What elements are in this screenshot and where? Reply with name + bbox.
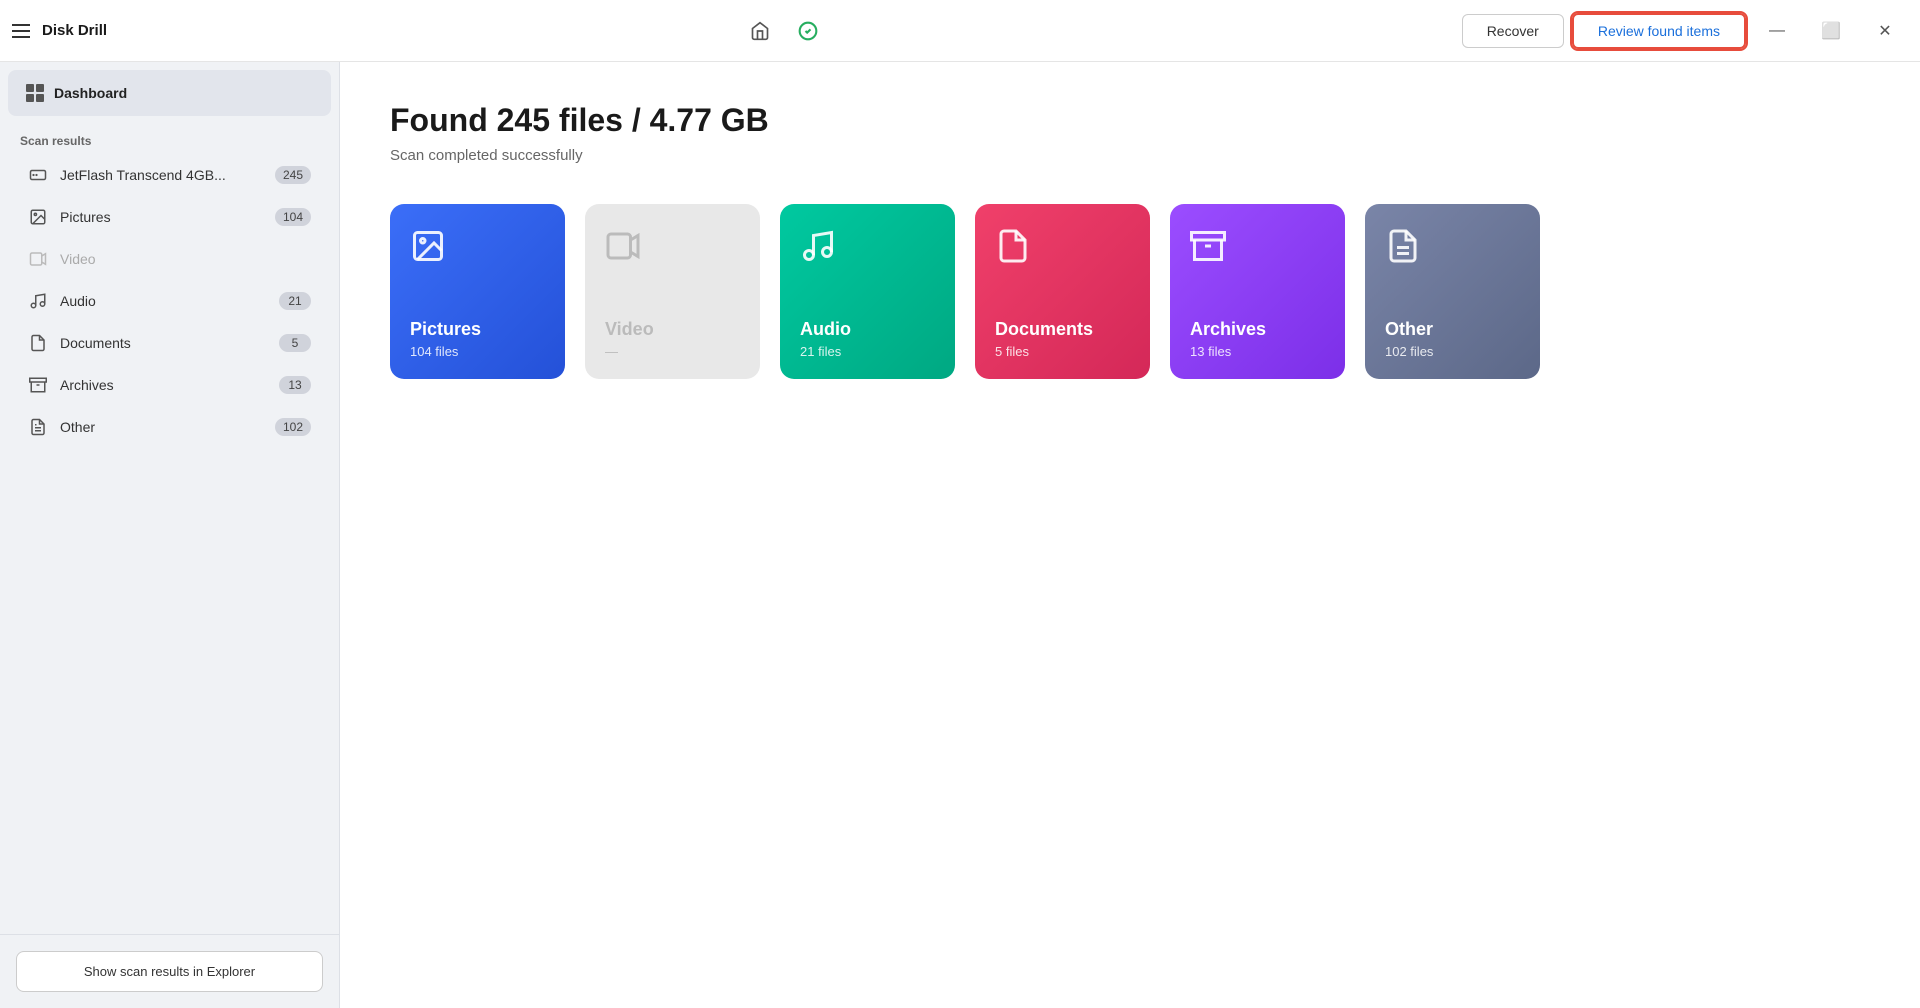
archives-icon (28, 375, 48, 395)
dashboard-grid-icon (26, 84, 44, 102)
video-card-icon (605, 228, 740, 272)
found-files-title: Found 245 files / 4.77 GB (390, 102, 1870, 139)
audio-card-icon (800, 228, 935, 272)
show-scan-results-explorer-button[interactable]: Show scan results in Explorer (16, 951, 323, 992)
sidebar-item-audio[interactable]: Audio 21 (8, 281, 331, 321)
home-icon[interactable] (742, 13, 778, 49)
title-bar-left: Disk Drill (12, 22, 107, 39)
title-bar: Disk Drill Recover Review found items — … (0, 0, 1920, 62)
sidebar-item-jetflash[interactable]: JetFlash Transcend 4GB... 245 (8, 155, 331, 195)
recover-button[interactable]: Recover (1462, 14, 1564, 48)
dashboard-label: Dashboard (54, 85, 127, 101)
archives-card-count: 13 files (1190, 344, 1325, 359)
app-title: Disk Drill (42, 22, 107, 39)
category-card-pictures[interactable]: Pictures 104 files (390, 204, 565, 379)
sidebar-item-video-label: Video (60, 251, 311, 267)
sidebar-item-other[interactable]: Other 102 (8, 407, 331, 447)
sidebar-item-video[interactable]: Video (8, 239, 331, 279)
main-content: Found 245 files / 4.77 GB Scan completed… (340, 62, 1920, 1008)
sidebar: Dashboard Scan results JetFlash Transcen… (0, 62, 340, 1008)
video-card-name: Video (605, 319, 740, 340)
close-button[interactable]: ✕ (1862, 13, 1908, 49)
video-icon (28, 249, 48, 269)
sidebar-footer: Show scan results in Explorer (0, 934, 339, 1008)
audio-card-name: Audio (800, 319, 935, 340)
sidebar-item-archives-label: Archives (60, 377, 267, 393)
documents-card-name: Documents (995, 319, 1130, 340)
maximize-button[interactable]: ⬜ (1808, 13, 1854, 49)
audio-icon (28, 291, 48, 311)
sidebar-item-documents-count: 5 (279, 334, 311, 352)
archives-card-icon (1190, 228, 1325, 272)
sidebar-item-documents-label: Documents (60, 335, 267, 351)
other-card-icon (1385, 228, 1520, 272)
sidebar-item-documents[interactable]: Documents 5 (8, 323, 331, 363)
title-bar-actions: Recover Review found items — ⬜ ✕ (1462, 13, 1908, 49)
sidebar-item-jetflash-count: 245 (275, 166, 311, 184)
documents-card-icon (995, 228, 1130, 272)
documents-card-count: 5 files (995, 344, 1130, 359)
hamburger-menu-icon[interactable] (12, 24, 30, 38)
pictures-icon (28, 207, 48, 227)
sidebar-item-pictures-count: 104 (275, 208, 311, 226)
sidebar-item-archives-count: 13 (279, 376, 311, 394)
sidebar-item-other-count: 102 (275, 418, 311, 436)
minimize-button[interactable]: — (1754, 13, 1800, 49)
category-cards-row: Pictures 104 files Video — Audio 21 file… (390, 204, 1870, 379)
audio-card-count: 21 files (800, 344, 935, 359)
video-card-count: — (605, 344, 740, 359)
sidebar-item-audio-count: 21 (279, 292, 311, 310)
check-icon[interactable] (790, 13, 826, 49)
category-card-video[interactable]: Video — (585, 204, 760, 379)
sidebar-item-pictures-label: Pictures (60, 209, 263, 225)
pictures-card-name: Pictures (410, 319, 545, 340)
sidebar-item-jetflash-label: JetFlash Transcend 4GB... (60, 167, 263, 183)
scan-results-label: Scan results (0, 124, 339, 154)
drive-icon (28, 165, 48, 185)
archives-card-name: Archives (1190, 319, 1325, 340)
sidebar-item-audio-label: Audio (60, 293, 267, 309)
pictures-card-count: 104 files (410, 344, 545, 359)
documents-icon (28, 333, 48, 353)
review-found-items-button[interactable]: Review found items (1572, 13, 1746, 49)
sidebar-item-other-label: Other (60, 419, 263, 435)
pictures-card-icon (410, 228, 545, 272)
sidebar-item-pictures[interactable]: Pictures 104 (8, 197, 331, 237)
title-bar-nav (742, 13, 826, 49)
other-card-name: Other (1385, 319, 1520, 340)
category-card-other[interactable]: Other 102 files (1365, 204, 1540, 379)
other-card-count: 102 files (1385, 344, 1520, 359)
category-card-documents[interactable]: Documents 5 files (975, 204, 1150, 379)
category-card-audio[interactable]: Audio 21 files (780, 204, 955, 379)
other-icon (28, 417, 48, 437)
sidebar-item-archives[interactable]: Archives 13 (8, 365, 331, 405)
scan-status-subtitle: Scan completed successfully (390, 147, 1870, 164)
main-layout: Dashboard Scan results JetFlash Transcen… (0, 62, 1920, 1008)
category-card-archives[interactable]: Archives 13 files (1170, 204, 1345, 379)
sidebar-item-dashboard[interactable]: Dashboard (8, 70, 331, 116)
